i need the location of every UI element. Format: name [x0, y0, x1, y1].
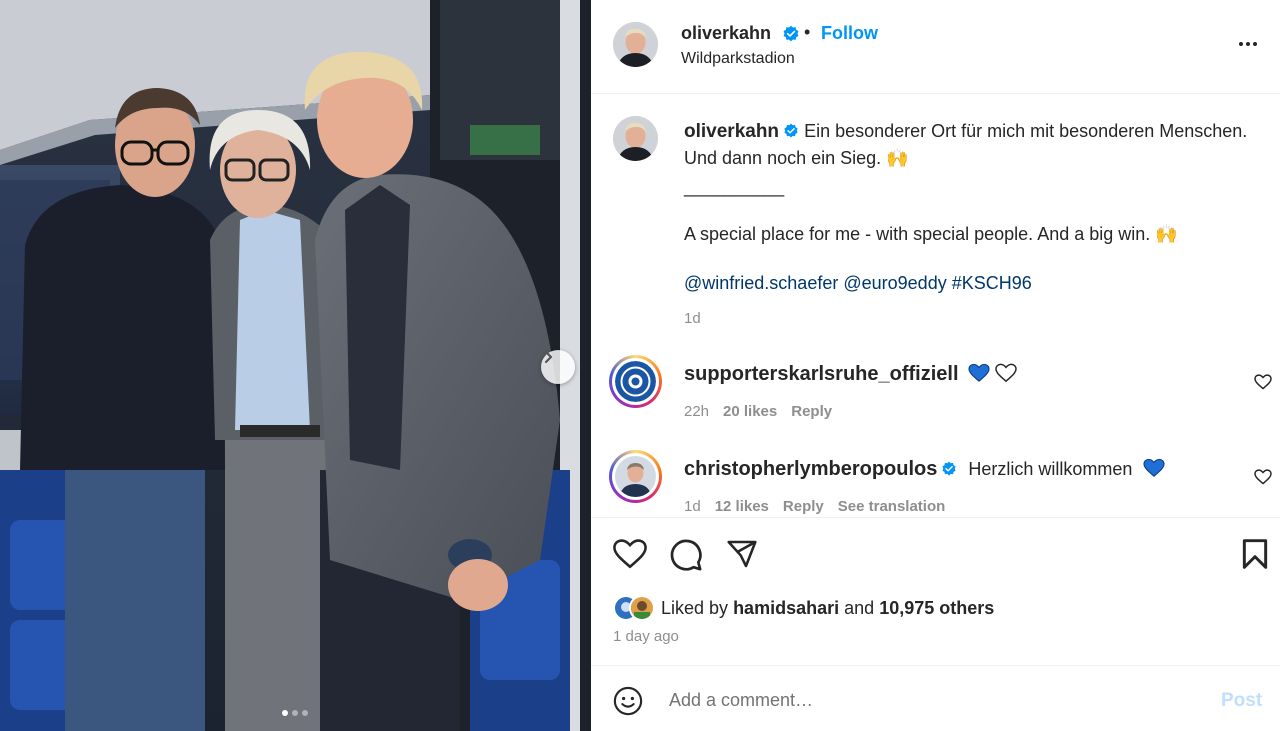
share-icon[interactable]: [725, 538, 759, 570]
mention-euro9eddy[interactable]: @euro9eddy: [843, 273, 946, 293]
carousel-indicator: [282, 710, 308, 716]
more-options-icon[interactable]: [1234, 32, 1262, 56]
mention-winfried-schaefer[interactable]: @winfried.schaefer: [684, 273, 838, 293]
photo-illustration: [0, 0, 591, 731]
caption-avatar-image: [613, 116, 658, 161]
liker-avatar[interactable]: [629, 595, 655, 621]
comment-reply-button[interactable]: Reply: [791, 403, 832, 420]
author-avatar-image: [613, 22, 658, 67]
comment-icon[interactable]: [669, 538, 703, 572]
comment-item: supporterskarlsruhe_offiziell 22h 20 lik…: [591, 355, 1280, 435]
carousel-dot: [292, 710, 298, 716]
likes-count[interactable]: 10,975 others: [879, 598, 994, 618]
comment-username[interactable]: supporterskarlsruhe_offiziell: [684, 363, 959, 385]
post-header: oliverkahn • Follow Wildparkstadion: [591, 0, 1280, 94]
carousel-dot: [302, 710, 308, 716]
commenter-avatar-image: [615, 456, 656, 497]
likes-summary: Liked by hamidsahari and 10,975 others: [613, 595, 994, 621]
verified-badge-icon: [784, 123, 798, 138]
verified-badge-icon: [942, 461, 956, 476]
likes-text: Liked by hamidsahari and 10,975 others: [661, 598, 994, 619]
post-caption: oliverkahn Ein besonderer Ort für mich m…: [684, 118, 1254, 332]
comment-like-heart-icon[interactable]: [1254, 374, 1272, 390]
header-separator-dot: •: [804, 22, 811, 42]
comment-meta: 1d 12 likes Reply See translation: [684, 498, 945, 515]
bookmark-icon[interactable]: [1241, 538, 1269, 570]
raised-hands-emoji: 🙌: [886, 148, 909, 169]
post-timestamp: 1 day ago: [613, 628, 679, 645]
emoji-icon[interactable]: [613, 686, 643, 716]
follow-button[interactable]: Follow: [821, 23, 878, 44]
commenter-avatar[interactable]: [609, 450, 662, 503]
comment-meta: 22h 20 likes Reply: [684, 403, 832, 420]
comment-body: supporterskarlsruhe_offiziell: [684, 363, 1017, 386]
liker-avatar-image: [631, 597, 653, 619]
caption-mentions: @winfried.schaefer @euro9eddy #KSCH96: [684, 270, 1254, 297]
see-translation-button[interactable]: See translation: [838, 498, 946, 515]
commenter-avatar[interactable]: [609, 355, 662, 408]
blue-heart-emoji: [1143, 458, 1165, 477]
add-comment-input[interactable]: [669, 684, 1189, 716]
comment-reply-button[interactable]: Reply: [783, 498, 824, 515]
caption-username[interactable]: oliverkahn: [684, 121, 779, 142]
caption-text-english: A special place for me - with special pe…: [684, 224, 1151, 244]
comment-item: christopherlymberopoulos Herzlich willko…: [591, 450, 1280, 520]
hashtag-ksch96[interactable]: #KSCH96: [952, 273, 1032, 293]
post-details-panel: oliverkahn • Follow Wildparkstadion oliv…: [591, 0, 1280, 731]
blue-heart-emoji: [968, 363, 990, 382]
carousel-dot: [282, 710, 288, 716]
author-avatar[interactable]: [613, 22, 658, 67]
next-slide-button[interactable]: [541, 350, 575, 384]
raised-hands-emoji: 🙌: [1155, 224, 1178, 245]
caption-author-avatar[interactable]: [613, 116, 658, 161]
chevron-right-icon: [544, 350, 553, 364]
verified-badge-icon: [783, 25, 799, 42]
liker-username[interactable]: hamidsahari: [733, 598, 839, 618]
caption-text-english-line: A special place for me - with special pe…: [684, 221, 1254, 248]
comment-username[interactable]: christopherlymberopoulos: [684, 458, 937, 480]
post-actions: Liked by hamidsahari and 10,975 others 1…: [591, 517, 1280, 667]
likes-and: and: [844, 597, 875, 618]
post-comment-button[interactable]: Post: [1221, 690, 1262, 712]
heart-icon[interactable]: [613, 538, 647, 570]
comment-likes[interactable]: 12 likes: [715, 498, 769, 515]
comment-text: Herzlich willkommen: [968, 459, 1133, 479]
supporters-karlsruhe-logo: [615, 361, 656, 402]
location-link[interactable]: Wildparkstadion: [681, 50, 795, 68]
comment-like-heart-icon[interactable]: [1254, 469, 1272, 485]
post-photo[interactable]: [0, 0, 591, 731]
comment-time: 22h: [684, 403, 710, 420]
caption-age: 1d: [684, 310, 701, 327]
author-username[interactable]: oliverkahn: [681, 23, 771, 44]
likes-prefix: Liked by: [661, 597, 729, 618]
comment-likes[interactable]: 20 likes: [723, 403, 777, 420]
caption-separator: __________: [684, 177, 785, 197]
comment-composer: Post: [591, 665, 1280, 731]
comment-time: 1d: [684, 498, 701, 515]
white-heart-emoji: [994, 363, 1017, 383]
comment-body: christopherlymberopoulos Herzlich willko…: [684, 458, 1165, 481]
